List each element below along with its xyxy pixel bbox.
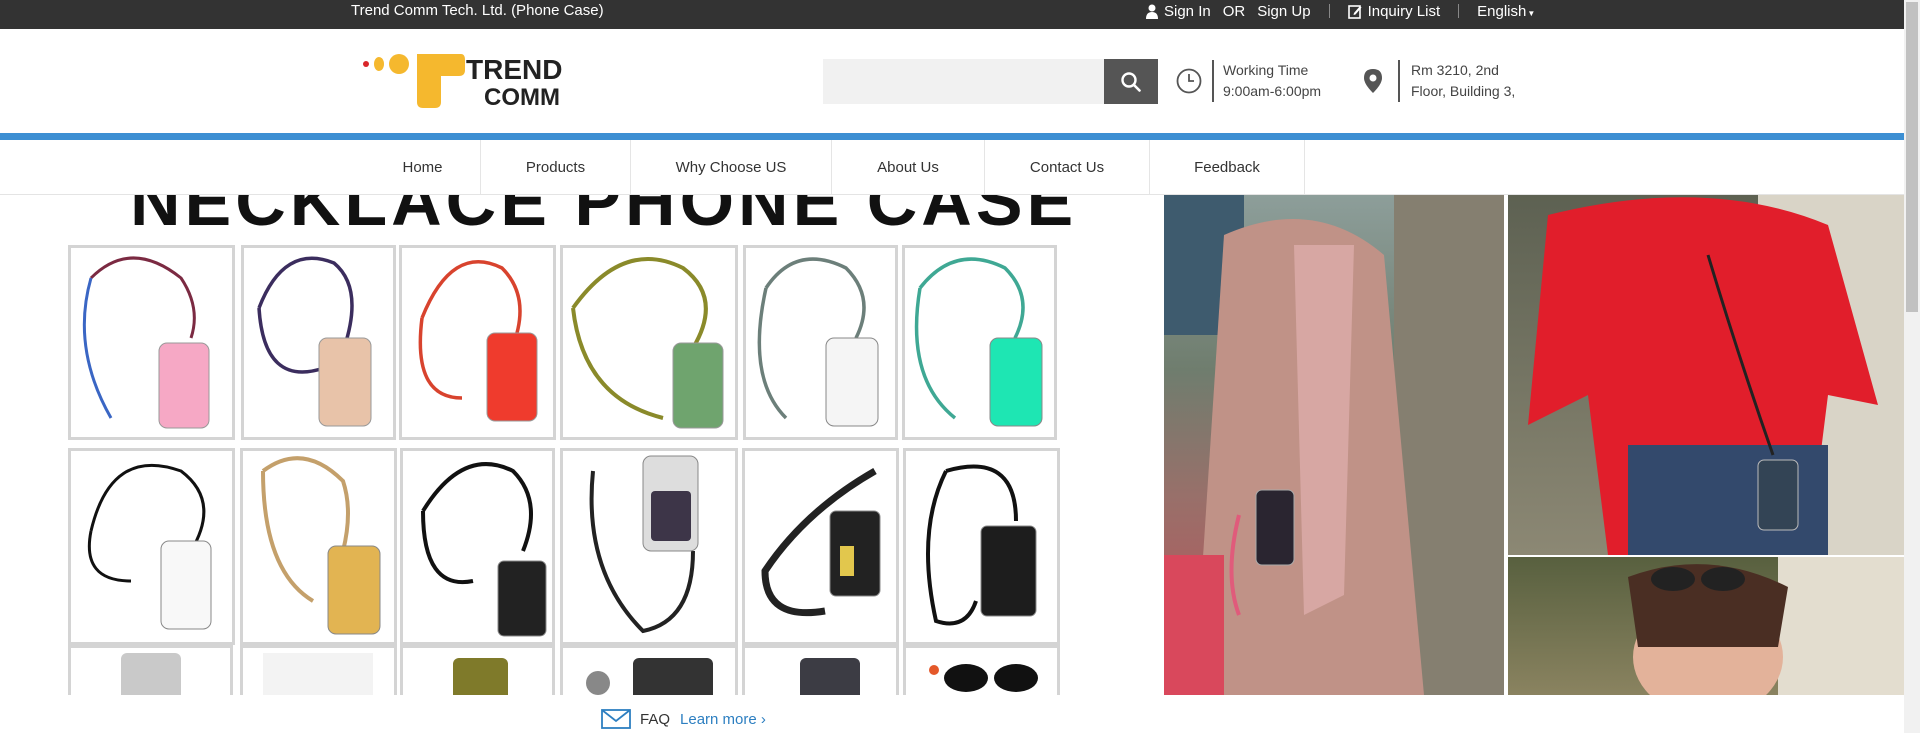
product-image (241, 245, 396, 440)
product-image (400, 645, 555, 695)
address-line-2: Floor, Building 3, (1411, 83, 1516, 99)
banner-title: NECKLACE PHONE CASE (130, 195, 1078, 240)
nav-label: Contact Us (1029, 158, 1105, 176)
top-bar-links: Sign In OR Sign Up Inquiry List English▼ (1146, 1, 1535, 21)
location-pin-icon (1364, 69, 1382, 93)
product-image (240, 448, 397, 645)
faq-label: FAQ (640, 710, 671, 728)
edit-icon (1347, 4, 1362, 19)
product-image (903, 645, 1060, 695)
nav-item-why-choose-us[interactable]: Why Choose US (631, 140, 832, 194)
clock-icon (1176, 68, 1202, 94)
banner-slider[interactable]: NECKLACE PHONE CASE (0, 195, 1904, 695)
product-image (560, 645, 738, 695)
header: TREND COMM Working Time 9:00am-6:00pm Rm… (0, 29, 1920, 133)
nav-item-about-us[interactable]: About Us (832, 140, 985, 194)
logo-text-comm: COMM (484, 84, 560, 110)
product-image (742, 448, 899, 645)
product-image (903, 448, 1060, 645)
mail-icon (601, 709, 631, 729)
product-image (68, 448, 235, 645)
product-image (399, 245, 556, 440)
inquiry-list-link[interactable]: Inquiry List (1368, 3, 1441, 20)
nav-label: About Us (877, 158, 939, 176)
product-image (742, 645, 899, 695)
nav-label: Products (525, 158, 586, 176)
or-text: OR (1222, 2, 1246, 20)
scrollbar-thumb[interactable] (1906, 2, 1918, 312)
model-photo (1164, 195, 1504, 695)
logo-text-trend: TREND (466, 54, 562, 85)
product-image (68, 645, 233, 695)
nav-label: Why Choose US (675, 158, 787, 176)
product-image (560, 448, 738, 645)
model-photo (1508, 557, 1904, 695)
address: Rm 3210, 2nd Floor, Building 3, (1411, 60, 1515, 102)
product-image (743, 245, 898, 440)
divider (1398, 60, 1400, 102)
learn-more-link[interactable]: Learn more › (680, 711, 766, 728)
logo[interactable]: TREND COMM (361, 52, 581, 110)
company-name: Trend Comm Tech. Ltd. (Phone Case) (351, 2, 604, 19)
model-photo (1508, 195, 1904, 555)
product-image (560, 245, 738, 440)
address-line-1: Rm 3210, 2nd (1411, 62, 1499, 78)
sign-up-link[interactable]: Sign Up (1257, 3, 1310, 20)
search-icon (1121, 71, 1141, 92)
main-nav: Home Products Why Choose US About Us Con… (0, 140, 1920, 195)
top-bar: Trend Comm Tech. Ltd. (Phone Case) Sign … (0, 0, 1920, 29)
nav-item-home[interactable]: Home (365, 140, 481, 194)
nav-label: Home (402, 158, 443, 176)
product-image (902, 245, 1057, 440)
product-image (400, 448, 555, 645)
sign-in-link[interactable]: Sign In (1164, 3, 1211, 20)
divider (1458, 4, 1460, 18)
product-image (240, 645, 397, 695)
product-image (68, 245, 235, 440)
search-input[interactable] (823, 59, 1104, 104)
working-time-hours: 9:00am-6:00pm (1223, 83, 1322, 99)
nav-item-contact-us[interactable]: Contact Us (985, 140, 1150, 194)
working-time: Working Time 9:00am-6:00pm (1223, 60, 1321, 102)
nav-item-feedback[interactable]: Feedback (1150, 140, 1305, 194)
divider (1328, 4, 1330, 18)
divider (1212, 60, 1214, 102)
nav-item-products[interactable]: Products (481, 140, 631, 194)
user-icon (1146, 4, 1158, 19)
language-label: English (1477, 2, 1527, 20)
accent-line (0, 133, 1920, 140)
chevron-down-icon: ▼ (1527, 8, 1536, 18)
search-button[interactable] (1104, 59, 1158, 104)
working-time-label: Working Time (1223, 62, 1309, 78)
nav-label: Feedback (1194, 158, 1260, 176)
faq-bar: FAQ Learn more › (601, 708, 766, 730)
language-select[interactable]: English▼ (1477, 3, 1535, 20)
